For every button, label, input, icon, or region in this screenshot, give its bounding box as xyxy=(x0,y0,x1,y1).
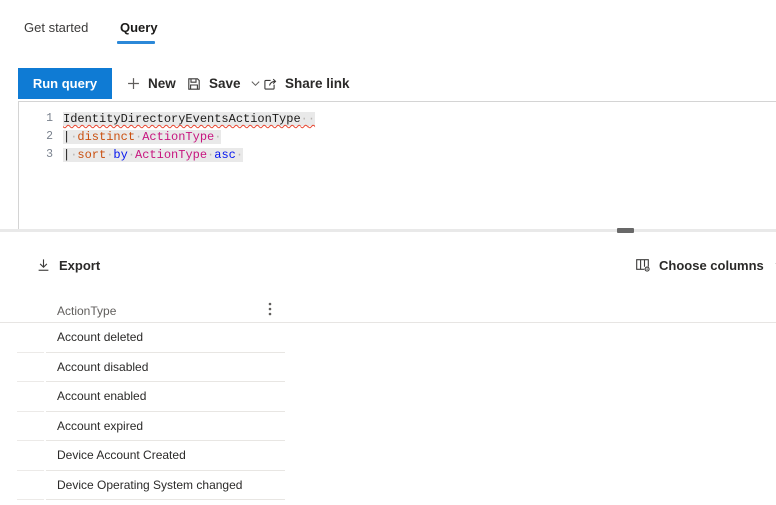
line-number: 1 xyxy=(19,110,63,128)
new-label: New xyxy=(148,76,176,91)
row-gutter-cell xyxy=(17,382,44,412)
row-gutter-cell xyxy=(17,471,44,501)
table-row[interactable]: Device Account Created xyxy=(0,441,776,471)
export-button[interactable]: Export xyxy=(36,254,100,276)
export-label: Export xyxy=(59,258,100,273)
share-link-button[interactable]: Share link xyxy=(262,68,350,99)
row-gutter-cell xyxy=(17,441,44,471)
code-text: IdentityDirectoryEventsActionType·· xyxy=(63,112,315,126)
save-icon xyxy=(186,76,202,92)
column-header-actiontype[interactable]: ActionType xyxy=(57,304,116,318)
table-row[interactable]: Account disabled xyxy=(0,353,776,383)
row-gutter-cell xyxy=(17,412,44,442)
actiontype-value: Device Account Created xyxy=(57,448,186,462)
choose-columns-icon xyxy=(635,257,651,273)
splitter-drag-handle[interactable] xyxy=(617,228,634,233)
actiontype-cell: Device Operating System changed xyxy=(46,471,285,501)
actiontype-value: Account disabled xyxy=(57,360,148,374)
actiontype-cell: Device Account Created xyxy=(46,441,285,471)
actiontype-value: Account deleted xyxy=(57,330,143,344)
new-query-button[interactable]: New xyxy=(126,68,176,99)
code-text: |·sort·by·ActionType·asc· xyxy=(63,148,243,162)
line-number: 2 xyxy=(19,128,63,146)
row-gutter-cell xyxy=(17,353,44,383)
tab-get-started[interactable]: Get started xyxy=(24,20,88,35)
editor-lines: 1IdentityDirectoryEventsActionType··2|·d… xyxy=(19,110,776,164)
actiontype-cell: Account enabled xyxy=(46,382,285,412)
code-line[interactable]: 3|·sort·by·ActionType·asc· xyxy=(19,146,776,164)
actiontype-value: Account expired xyxy=(57,419,143,433)
row-gutter-cell xyxy=(17,323,44,353)
tab-query[interactable]: Query xyxy=(120,20,158,35)
table-row[interactable]: Account enabled xyxy=(0,382,776,412)
chevron-down-icon[interactable] xyxy=(250,78,261,89)
actiontype-value: Account enabled xyxy=(57,389,146,403)
choose-columns-button[interactable]: Choose columns xyxy=(635,255,776,275)
actiontype-value: Device Operating System changed xyxy=(57,478,242,492)
table-row[interactable]: Account deleted xyxy=(0,323,776,353)
run-query-button[interactable]: Run query xyxy=(18,68,112,99)
actiontype-cell: Account expired xyxy=(46,412,285,442)
actiontype-cell: Account disabled xyxy=(46,353,285,383)
column-menu-kebab-icon[interactable] xyxy=(263,301,277,317)
actiontype-cell: Account deleted xyxy=(46,323,285,353)
active-tab-underline xyxy=(117,41,155,44)
code-line[interactable]: 1IdentityDirectoryEventsActionType·· xyxy=(19,110,776,128)
table-row[interactable]: Account expired xyxy=(0,412,776,442)
pane-splitter[interactable] xyxy=(0,229,776,232)
save-label: Save xyxy=(209,76,241,91)
results-table: Account deleted Account disabled Account e… xyxy=(0,323,776,500)
save-button[interactable]: Save xyxy=(186,68,261,99)
share-icon xyxy=(262,76,278,92)
advanced-hunting-query-page: { "colors": { "accent": "#2b88d8", "acce… xyxy=(0,0,776,505)
download-icon xyxy=(36,257,51,273)
choose-columns-label: Choose columns xyxy=(659,258,764,273)
plus-icon xyxy=(126,76,141,91)
line-number: 3 xyxy=(19,146,63,164)
code-line[interactable]: 2|·distinct·ActionType· xyxy=(19,128,776,146)
query-editor[interactable]: 1IdentityDirectoryEventsActionType··2|·d… xyxy=(18,101,776,229)
code-text: |·distinct·ActionType· xyxy=(63,130,221,144)
share-link-label: Share link xyxy=(285,76,350,91)
table-row[interactable]: Device Operating System changed xyxy=(0,471,776,501)
